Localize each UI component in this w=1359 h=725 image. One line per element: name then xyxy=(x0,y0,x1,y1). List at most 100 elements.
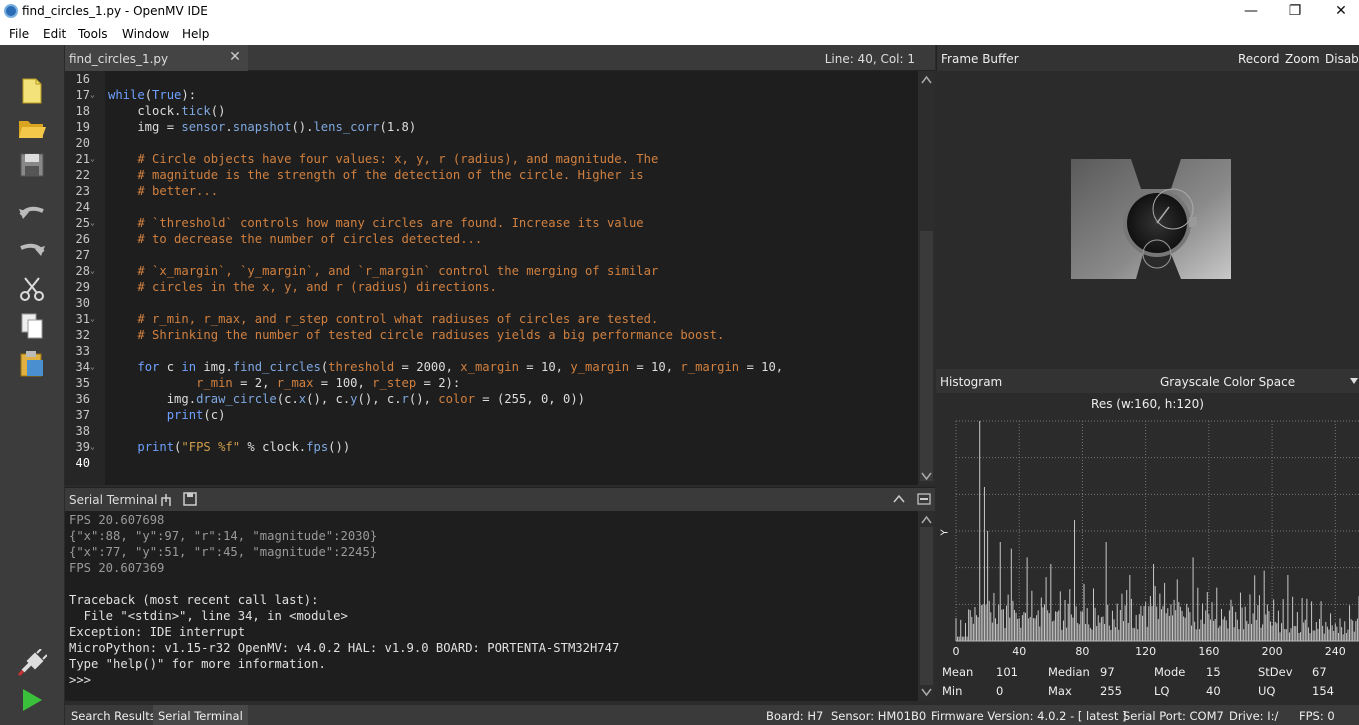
code-line[interactable]: # to decrease the number of circles dete… xyxy=(108,232,482,246)
undo-icon[interactable] xyxy=(16,199,48,229)
serial-port-status: Serial Port: COM7 xyxy=(1123,709,1224,723)
code-line[interactable]: clock.tick() xyxy=(108,104,225,118)
open-folder-icon[interactable] xyxy=(16,113,48,143)
chevron-down-icon[interactable] xyxy=(1350,378,1358,384)
fold-arrow-icon[interactable]: ⌄ xyxy=(90,90,100,99)
code-line[interactable]: # r_min, r_max, and r_step control what … xyxy=(108,312,658,326)
tab-search-results[interactable]: Search Results xyxy=(71,709,156,723)
x-tick-label: 0 xyxy=(953,645,960,658)
line-number: 19 xyxy=(75,120,90,134)
menu-file[interactable]: File xyxy=(9,27,29,41)
fold-arrow-icon[interactable]: ⌄ xyxy=(90,154,100,163)
max-value: 255 xyxy=(1100,684,1122,698)
undock-terminal-icon[interactable] xyxy=(917,493,931,505)
fold-arrow-icon[interactable]: ⌄ xyxy=(90,266,100,275)
code-line[interactable]: r_min = 2, r_max = 100, r_step = 2): xyxy=(108,376,460,390)
close-button[interactable]: ✕ xyxy=(1318,1,1359,21)
max-label: Max xyxy=(1048,684,1072,698)
zoom-button[interactable]: Zoom xyxy=(1285,52,1320,66)
redo-icon[interactable] xyxy=(16,236,48,266)
cut-icon[interactable] xyxy=(16,274,48,304)
terminal-line: FPS 20.607369 xyxy=(69,561,165,575)
lq-value: 40 xyxy=(1206,684,1221,698)
code-line[interactable]: # `x_margin`, `y_margin`, and `r_margin`… xyxy=(108,264,658,278)
save-terminal-icon[interactable] xyxy=(183,492,197,506)
editor-scrollbar[interactable] xyxy=(918,71,935,485)
cursor-position: Line: 40, Col: 1 xyxy=(824,52,915,66)
fps-status: FPS: 0 xyxy=(1299,709,1335,723)
line-number: 18 xyxy=(75,104,90,118)
save-icon[interactable] xyxy=(16,150,48,180)
stdev-label: StDev xyxy=(1258,665,1293,679)
x-tick-label: 200 xyxy=(1262,645,1283,658)
serial-terminal[interactable]: FPS 20.607698 {"x":88, "y":97, "r":14, "m… xyxy=(65,511,918,701)
line-number: 37 xyxy=(75,408,90,422)
minimize-button[interactable]: — xyxy=(1228,1,1274,21)
record-button[interactable]: Record xyxy=(1238,52,1279,66)
code-line[interactable]: # Circle objects have four values: x, y,… xyxy=(108,152,658,166)
code-line[interactable]: # circles in the x, y, and r (radius) di… xyxy=(108,280,497,294)
fold-arrow-icon[interactable]: ⌄ xyxy=(90,218,100,227)
menu-edit[interactable]: Edit xyxy=(43,27,66,41)
code-line[interactable]: print("FPS %f" % clock.fps()) xyxy=(108,440,350,454)
editor-header: find_circles_1.py ✕ Line: 40, Col: 1 xyxy=(65,45,935,71)
uq-value: 154 xyxy=(1312,684,1334,698)
code-line[interactable]: # better... xyxy=(108,184,218,198)
code-line[interactable]: img.draw_circle(c.x(), c.y(), c.r(), col… xyxy=(108,392,585,406)
fold-arrow-icon[interactable]: ⌄ xyxy=(90,314,100,323)
terminal-header: Serial Terminal xyxy=(65,487,935,511)
new-file-icon[interactable] xyxy=(16,76,48,106)
line-number: 40 xyxy=(75,456,90,470)
paste-icon[interactable] xyxy=(16,349,48,379)
mode-value: 15 xyxy=(1206,665,1221,679)
code-line[interactable]: # Shrinking the number of tested circle … xyxy=(108,328,724,342)
clear-terminal-icon[interactable] xyxy=(159,492,173,508)
lq-label: LQ xyxy=(1154,684,1170,698)
frame-buffer-header: Frame Buffer Record Zoom Disable xyxy=(936,45,1359,71)
colorspace-select[interactable]: Grayscale Color Space xyxy=(1160,375,1295,389)
app-logo-icon xyxy=(4,4,18,18)
firmware-status[interactable]: Firmware Version: 4.0.2 - [ latest ] xyxy=(931,709,1127,723)
restore-button[interactable]: ❐ xyxy=(1272,1,1318,21)
line-number: 31 xyxy=(75,312,90,326)
histogram-chart: 0 40 80 120 160 200 240 xyxy=(953,420,1359,658)
line-number: 20 xyxy=(75,136,90,150)
line-number: 38 xyxy=(75,424,90,438)
close-tab-icon[interactable]: ✕ xyxy=(225,49,245,67)
mean-label: Mean xyxy=(942,665,974,679)
menu-window[interactable]: Window xyxy=(122,27,169,41)
collapse-terminal-icon[interactable] xyxy=(893,494,905,504)
x-tick-label: 80 xyxy=(1075,645,1089,658)
code-editor[interactable]: 16 17 ⌄ 18 19 20 21 ⌄ 22 23 24 25 ⌄ 26 27 28 ⌄ 29 30 31 ⌄ 32 3… xyxy=(65,71,918,485)
tab-serial-terminal[interactable]: Serial Terminal xyxy=(153,705,248,725)
terminal-line: File "<stdin>", line 34, in <module> xyxy=(69,609,348,623)
copy-icon[interactable] xyxy=(16,311,48,341)
line-number: 35 xyxy=(75,376,90,390)
median-label: Median xyxy=(1048,665,1090,679)
status-bar: Search Results Serial Terminal Board: H7… xyxy=(65,705,1359,725)
code-line[interactable]: for c in img.find_circles(threshold = 20… xyxy=(108,360,783,374)
window-title: find_circles_1.py - OpenMV IDE xyxy=(22,4,208,18)
min-value: 0 xyxy=(996,684,1004,698)
fold-arrow-icon[interactable]: ⌄ xyxy=(90,442,100,451)
menu-help[interactable]: Help xyxy=(182,27,209,41)
code-line[interactable]: # `threshold` controls how many circles … xyxy=(108,216,643,230)
code-line[interactable]: # magnitude is the strength of the detec… xyxy=(108,168,643,182)
terminal-scrollbar[interactable] xyxy=(918,511,935,701)
histogram-stats: Mean 101 Median 97 Mode 15 StDev 67 Min … xyxy=(936,661,1359,703)
code-line[interactable]: while(True): xyxy=(108,88,196,102)
line-number: 22 xyxy=(75,168,90,182)
disable-button[interactable]: Disable xyxy=(1325,52,1359,66)
code-line[interactable]: img = sensor.snapshot().lens_corr(1.8) xyxy=(108,120,416,134)
board-status: Board: H7 xyxy=(766,709,824,723)
run-icon[interactable] xyxy=(16,685,48,715)
connect-icon[interactable] xyxy=(16,648,48,678)
line-number: 16 xyxy=(75,72,90,86)
line-number: 17 xyxy=(75,88,90,102)
fold-arrow-icon[interactable]: ⌄ xyxy=(90,362,100,371)
menu-tools[interactable]: Tools xyxy=(78,27,108,41)
code-line[interactable]: print(c) xyxy=(108,408,226,422)
editor-tab[interactable]: find_circles_1.py xyxy=(65,45,248,71)
min-label: Min xyxy=(942,684,963,698)
line-number: 29 xyxy=(75,280,90,294)
